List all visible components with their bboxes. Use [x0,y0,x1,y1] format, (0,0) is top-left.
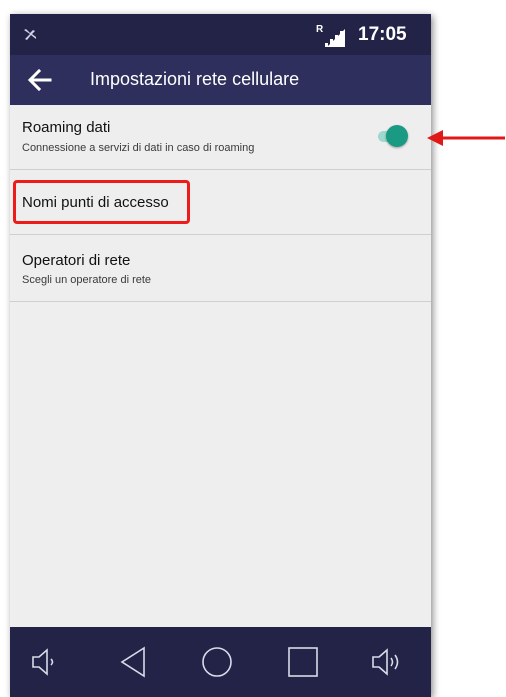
page-title: Impostazioni rete cellulare [90,69,300,89]
app-bar: Impostazioni rete cellulare [10,55,431,105]
volume-up-icon[interactable] [370,645,406,679]
toggle-thumb [386,125,408,147]
recents-square-icon[interactable] [285,645,321,679]
setting-subtitle: Scegli un operatore di rete [22,274,152,286]
setting-operatori-di-rete[interactable]: Operatori di rete Scegli un operatore di… [10,235,431,302]
settings-list: Roaming dati Connessione a servizi di da… [10,105,431,302]
phone-screen: R 17:05 Impostazioni rete cellulare Roam… [10,14,431,697]
setting-subtitle: Connessione a servizi di dati in caso di… [22,142,255,154]
home-circle-icon[interactable] [199,645,235,679]
setting-title: Operatori di rete [22,252,131,269]
highlight-box [13,180,190,224]
roaming-toggle[interactable] [376,125,410,147]
annotation-arrow-icon [427,130,505,146]
signal-icon [325,29,345,47]
setting-nomi-punti-di-accesso[interactable]: Nomi punti di accesso [10,170,431,235]
setting-roaming-dati[interactable]: Roaming dati Connessione a servizi di da… [10,105,431,170]
back-triangle-icon[interactable] [116,645,152,679]
status-time: 17:05 [358,24,407,45]
status-bar: R 17:05 [10,14,431,55]
notification-icon [24,29,36,40]
arrow-left-icon[interactable] [26,68,52,92]
setting-title: Roaming dati [22,119,111,136]
navigation-bar [10,627,431,697]
volume-down-icon[interactable] [27,645,63,679]
